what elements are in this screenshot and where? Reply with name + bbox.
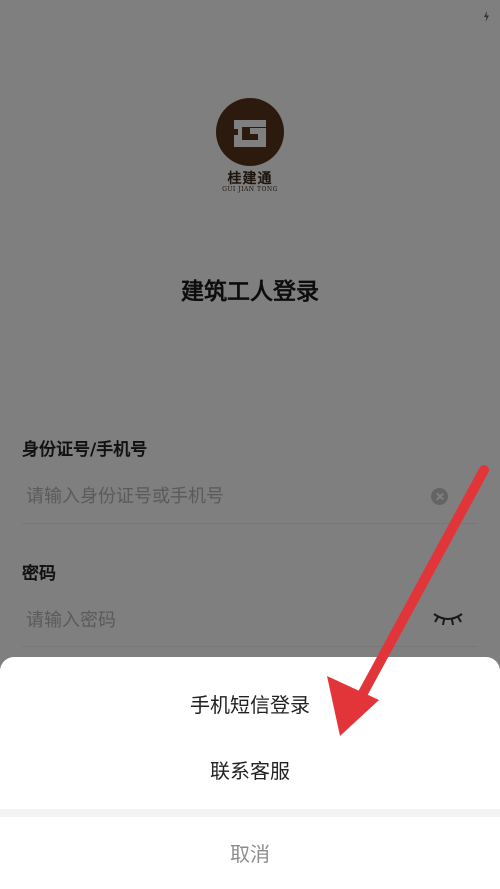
cancel-button[interactable]: 取消 — [0, 824, 500, 884]
login-screen: 11:07 桂建通 GUI JIAN TONG 建筑工人登录 身份证号/手机号 — [0, 0, 500, 889]
contact-support-option[interactable]: 联系客服 — [0, 741, 500, 801]
sheet-separator — [0, 809, 500, 817]
action-sheet: 手机短信登录 联系客服 取消 — [0, 657, 500, 889]
sms-login-option[interactable]: 手机短信登录 — [0, 675, 500, 735]
